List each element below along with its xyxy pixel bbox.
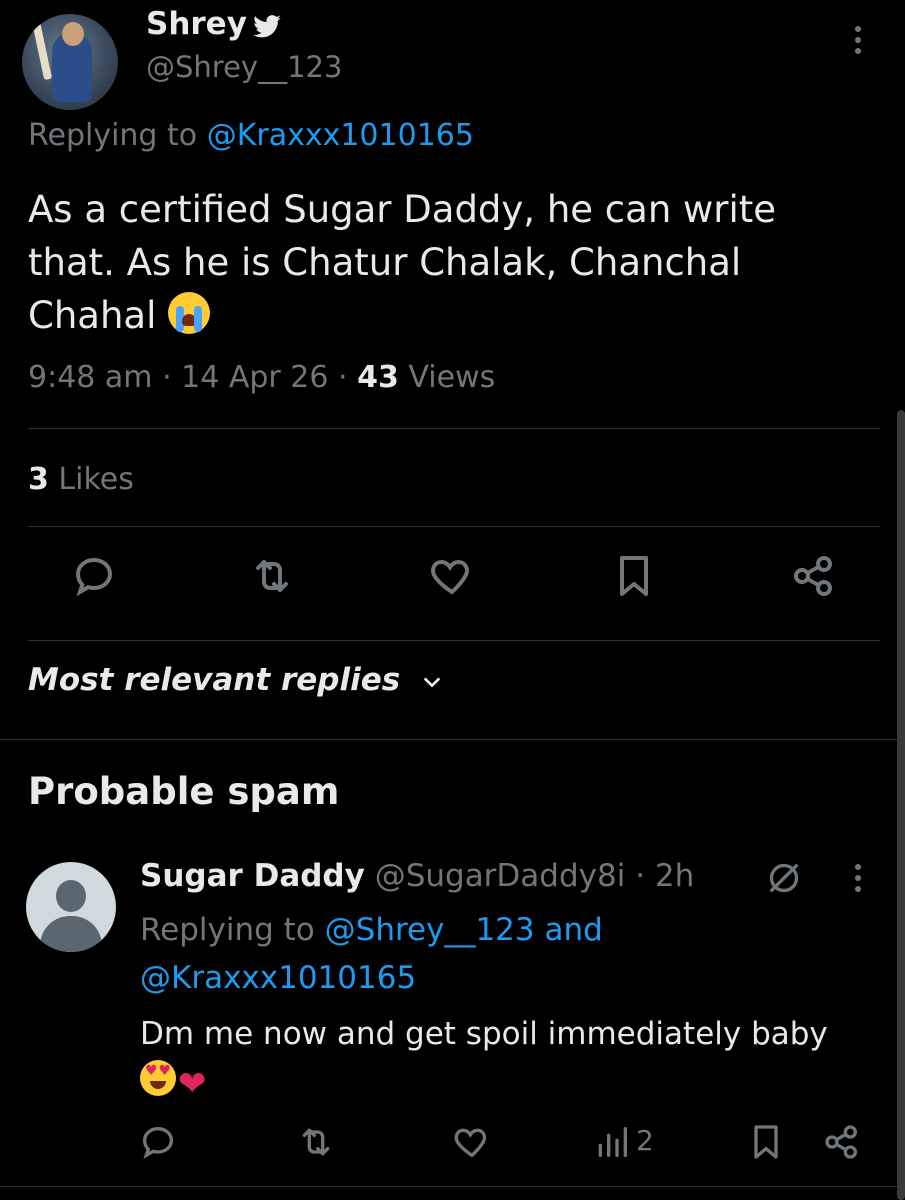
divider	[0, 1186, 905, 1187]
retweet-icon[interactable]	[248, 552, 296, 600]
reply-sep: ·	[635, 858, 646, 894]
tweet-date[interactable]: 14 Apr 26	[181, 360, 328, 395]
avatar-head	[62, 22, 84, 46]
replying-to: Replying to @Kraxxx1010165	[28, 118, 474, 153]
tweet-actions	[0, 552, 905, 612]
like-icon[interactable]	[452, 1122, 492, 1162]
avatar-bat	[31, 19, 53, 81]
reply-actions	[0, 1122, 905, 1166]
reply-icon[interactable]	[138, 1122, 178, 1162]
replying-prefix: Replying to	[140, 912, 315, 948]
author-avatar[interactable]	[22, 14, 118, 110]
divider	[28, 428, 880, 429]
reply-author-handle[interactable]: @SugarDaddy8i	[375, 858, 626, 894]
crying-emoji-icon	[168, 292, 211, 334]
replying-to-link[interactable]: @Kraxxx1010165	[207, 118, 474, 153]
retweet-icon[interactable]	[296, 1122, 336, 1162]
reply-views-count: 2	[636, 1124, 654, 1157]
reply-text: Dm me now and get spoil immediately baby…	[140, 1010, 880, 1108]
bookmark-icon[interactable]	[746, 1122, 786, 1162]
more-options-icon[interactable]	[848, 26, 868, 60]
reply-author-name[interactable]: Sugar Daddy	[140, 858, 365, 894]
reply-replying-to: Replying to @Shrey__123 and @Kraxxx10101…	[140, 906, 700, 1002]
replying-and: and	[544, 912, 603, 948]
author-name[interactable]: Shrey	[146, 6, 247, 42]
tweet-body: As a certified Sugar Daddy, he can write…	[28, 188, 777, 337]
views-count: 43	[357, 360, 399, 395]
share-icon[interactable]	[790, 552, 838, 600]
author-handle[interactable]: @Shrey__123	[146, 50, 342, 84]
reply-age[interactable]: 2h	[655, 858, 694, 894]
chevron-down-icon	[424, 677, 440, 687]
spam-icon[interactable]	[764, 858, 804, 898]
views-label: Views	[408, 360, 496, 395]
tweet-meta: 9:48 am · 14 Apr 26 · 43 Views	[28, 360, 495, 395]
meta-sep: ·	[162, 360, 172, 395]
views-icon[interactable]	[592, 1122, 632, 1162]
reply-header: Sugar Daddy @SugarDaddy8i · 2h	[140, 858, 694, 894]
tweet-time[interactable]: 9:48 am	[28, 360, 153, 395]
divider	[28, 526, 880, 527]
likes-number: 3	[28, 462, 49, 497]
reply-body: Dm me now and get spoil immediately baby	[140, 1016, 828, 1052]
sort-replies-dropdown[interactable]: Most relevant replies	[28, 662, 443, 698]
avatar-head	[56, 880, 86, 912]
reply-icon[interactable]	[70, 552, 118, 600]
heart-eyes-emoji-icon	[140, 1060, 176, 1096]
reply-avatar[interactable]	[26, 862, 116, 952]
tweet-text: As a certified Sugar Daddy, he can write…	[28, 183, 848, 342]
like-icon[interactable]	[428, 552, 476, 600]
share-icon[interactable]	[822, 1122, 862, 1162]
likes-count[interactable]: 3 Likes	[28, 462, 134, 497]
bird-icon	[253, 15, 281, 38]
red-heart-emoji-icon: ❤	[178, 1064, 207, 1104]
bookmark-icon[interactable]	[610, 552, 658, 600]
section-title: Probable spam	[28, 770, 340, 813]
likes-label: Likes	[58, 462, 134, 497]
scrollbar[interactable]	[897, 410, 905, 1200]
replying-to-link[interactable]: @Kraxxx1010165	[140, 960, 416, 996]
avatar-body	[40, 916, 102, 952]
replying-prefix: Replying to	[28, 118, 198, 153]
replying-to-link[interactable]: @Shrey__123	[325, 912, 535, 948]
sort-label: Most relevant replies	[28, 662, 401, 698]
divider	[0, 739, 905, 740]
meta-sep: ·	[338, 360, 348, 395]
more-options-icon[interactable]	[850, 864, 866, 898]
divider	[28, 640, 880, 641]
